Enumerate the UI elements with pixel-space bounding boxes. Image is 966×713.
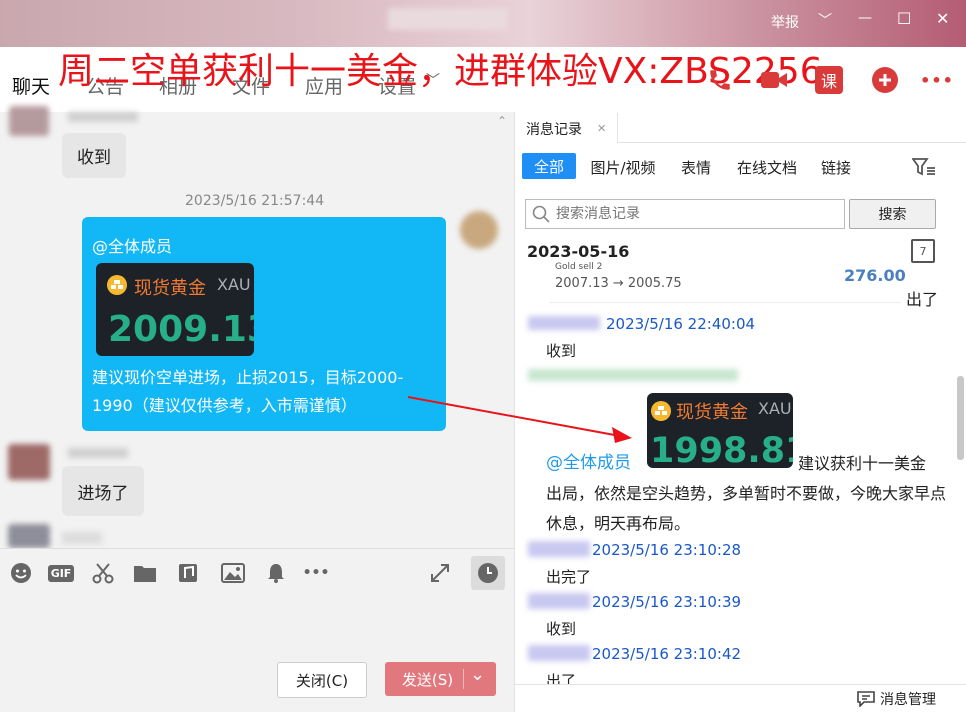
close-button[interactable]: 关闭(C) xyxy=(277,662,367,698)
message-manage-label: 消息管理 xyxy=(880,692,936,708)
add-app-icon[interactable] xyxy=(870,65,900,95)
send-options-divider xyxy=(463,669,464,689)
message-manage-button[interactable]: 消息管理 xyxy=(857,689,936,709)
card-tag: Gold sell 2 xyxy=(555,262,603,272)
collapse-icon[interactable]: ⌃ xyxy=(497,114,507,128)
gold-quote-card[interactable]: 现货黄金 XAU 1998.81 xyxy=(647,393,793,468)
search-button[interactable]: 搜索 xyxy=(849,199,936,229)
title-bar: 举报 ﹀ — ☐ ✕ xyxy=(0,0,966,47)
history-sender-name xyxy=(528,645,590,661)
history-tab[interactable]: 消息记录 ✕ xyxy=(516,113,618,143)
gold-code: XAU xyxy=(217,275,251,294)
message-text: 收到 xyxy=(77,148,111,168)
gold-code: XAU xyxy=(758,399,792,418)
gold-quote-card[interactable]: 现货黄金 XAU 2009.13 xyxy=(96,263,254,356)
history-tab-bar-divider xyxy=(617,142,966,143)
filter-tab-links[interactable]: 链接 xyxy=(815,154,857,180)
message-timestamp: 2023/5/16 21:57:44 xyxy=(185,193,325,209)
card-range: 2007.13 → 2005.75 xyxy=(555,276,682,291)
avatar[interactable] xyxy=(8,444,50,480)
gold-price: 2009.13 xyxy=(108,309,254,350)
history-search-box[interactable] xyxy=(525,199,845,229)
history-message-text: 收到 xyxy=(546,342,577,360)
blurred-group-info xyxy=(388,8,508,30)
emoji-icon[interactable] xyxy=(8,560,34,586)
avatar[interactable] xyxy=(8,524,50,548)
avatar[interactable] xyxy=(9,106,49,136)
gif-icon-label: GIF xyxy=(47,564,75,582)
video-call-icon[interactable] xyxy=(759,65,789,95)
calendar-day: 7 xyxy=(919,244,927,258)
history-message-time: 2023/5/16 23:10:42 xyxy=(592,645,742,663)
send-button-label: 发送(S) xyxy=(401,670,454,689)
history-scrollbar[interactable] xyxy=(957,376,964,460)
phone-call-icon[interactable] xyxy=(705,65,735,95)
search-input[interactable] xyxy=(554,203,838,225)
gold-name: 现货黄金 xyxy=(134,278,206,299)
history-message-time: 2023/5/16 23:10:28 xyxy=(592,541,742,559)
gif-icon[interactable]: GIF xyxy=(47,560,75,586)
gold-name: 现货黄金 xyxy=(676,402,748,423)
nav-tab-chat[interactable]: 聊天 xyxy=(12,72,50,99)
history-tab-label: 消息记录 xyxy=(526,122,582,138)
history-message-time: 2023/5/16 22:40:04 xyxy=(606,315,756,333)
bell-icon[interactable] xyxy=(263,560,289,586)
sender-name xyxy=(62,532,102,544)
history-message-text: 出局，依然是空头趋势，多单暂时不要做，今晚大家早点休息，明天再布局。 xyxy=(546,484,947,533)
history-message-text: 出了 xyxy=(546,672,577,684)
message-text: 进场了 xyxy=(77,483,129,504)
gold-coin-icon xyxy=(107,275,127,295)
message-bubble-sent[interactable]: @全体成员 现货黄金 XAU 2009.13 建议现价空单进场，止损2015，目… xyxy=(82,217,446,431)
course-icon-label: 课 xyxy=(820,72,837,91)
sender-name xyxy=(68,448,128,458)
calendar-icon[interactable]: 7 xyxy=(911,239,935,263)
more-tools-icon[interactable]: ••• xyxy=(303,560,330,586)
history-message-time: 2023/5/16 23:10:39 xyxy=(592,593,742,611)
avatar[interactable] xyxy=(460,211,498,249)
image-icon[interactable] xyxy=(220,560,246,586)
filter-tab-media[interactable]: 图片/视频 xyxy=(585,154,661,180)
send-options-chevron-icon[interactable]: ⌄ xyxy=(470,664,485,685)
minimize-icon[interactable]: — xyxy=(858,10,872,26)
expand-icon[interactable] xyxy=(427,560,453,586)
gold-coin-icon xyxy=(651,401,671,421)
filter-tab-all[interactable]: 全部 xyxy=(522,153,576,179)
history-message-text: 建议获利十一美金 xyxy=(798,454,927,473)
sender-name xyxy=(68,112,138,122)
history-date-header: 2023-05-16 xyxy=(527,242,630,261)
more-options-icon[interactable]: ••• xyxy=(920,65,953,95)
filter-tab-stickers[interactable]: 表情 xyxy=(675,154,717,180)
message-bubble[interactable]: 收到 xyxy=(62,133,126,178)
filter-settings-icon[interactable] xyxy=(911,157,936,181)
history-tab-close-icon[interactable]: ✕ xyxy=(597,122,606,135)
card-value: 276.00 xyxy=(844,266,906,285)
filter-tab-docs[interactable]: 在线文档 xyxy=(733,154,801,180)
report-link[interactable]: 举报 xyxy=(771,12,799,32)
message-bubble[interactable]: 进场了 xyxy=(62,466,144,516)
message-text: 建议现价空单进场，止损2015，目标2000-1990（建议仅供参考，入市需谨慎… xyxy=(92,368,404,415)
history-sender-name xyxy=(528,541,590,557)
history-sender-name xyxy=(528,593,590,609)
quote-card-partial[interactable]: Gold sell 2 2007.13 → 2005.75 276.00 xyxy=(549,262,906,303)
music-icon[interactable] xyxy=(175,560,201,586)
history-message-text: 出完了 xyxy=(546,568,592,586)
folder-icon[interactable] xyxy=(132,560,158,586)
mention-all[interactable]: @全体成员 xyxy=(92,233,172,257)
history-blurred-row xyxy=(528,369,738,381)
history-sender-name xyxy=(528,316,600,330)
course-icon[interactable]: 课 xyxy=(815,66,843,94)
history-clock-icon[interactable] xyxy=(471,556,505,590)
window-menu-chevron-icon[interactable]: ﹀ xyxy=(818,10,832,30)
maximize-icon[interactable]: ☐ xyxy=(897,9,911,28)
close-window-icon[interactable]: ✕ xyxy=(936,9,949,28)
history-message-text: 出了 xyxy=(906,290,939,309)
history-message-text: 收到 xyxy=(546,620,577,638)
search-icon xyxy=(532,205,550,223)
mention-all[interactable]: @全体成员 xyxy=(546,448,631,473)
gold-price: 1998.81 xyxy=(650,431,793,468)
chat-manage-icon xyxy=(857,691,875,707)
scissors-icon[interactable] xyxy=(90,560,116,586)
